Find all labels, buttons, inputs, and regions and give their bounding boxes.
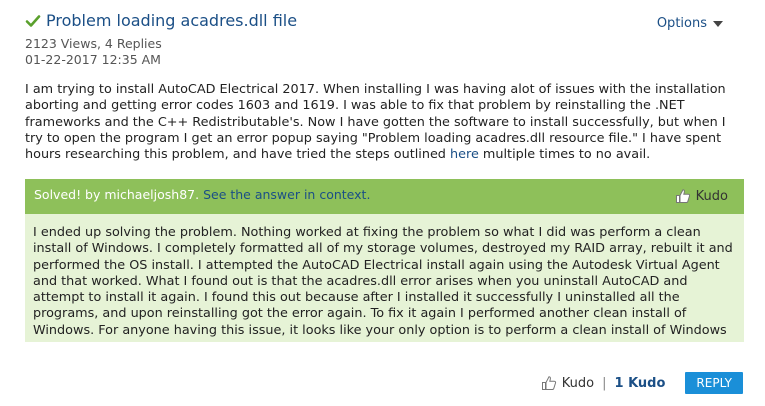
- see-answer-link[interactable]: See the answer in context.: [203, 187, 370, 202]
- post-title-row: Problem loading acadres.dll file: [25, 11, 297, 30]
- post-body-text-2: multiple times to no avail.: [478, 147, 651, 163]
- post-title[interactable]: Problem loading acadres.dll file: [46, 11, 297, 30]
- reply-button[interactable]: REPLY: [685, 372, 743, 394]
- thumbs-up-icon: [541, 376, 556, 390]
- answer-text: I ended up solving the problem. Nothing …: [33, 225, 733, 338]
- chevron-down-icon: [713, 20, 723, 27]
- options-label: Options: [656, 16, 707, 31]
- options-menu[interactable]: Options: [657, 16, 723, 31]
- check-icon: [25, 14, 41, 27]
- solution-kudo-button[interactable]: Kudo: [675, 188, 728, 204]
- footer-separator: |: [602, 375, 607, 391]
- solved-by-label: Solved! by michaeljosh87.: [34, 187, 200, 202]
- solved-banner: Solved! by michaeljosh87. See the answer…: [25, 179, 744, 214]
- solved-text: Solved! by michaeljosh87. See the answer…: [34, 187, 370, 202]
- post-date: 01-22-2017 12:35 AM: [25, 52, 161, 67]
- post-footer: Kudo | 1 Kudo REPLY: [541, 372, 743, 394]
- kudo-count-link[interactable]: 1 Kudo: [615, 376, 666, 391]
- here-link[interactable]: here: [450, 147, 479, 162]
- accepted-answer: I ended up solving the problem. Nothing …: [25, 214, 744, 342]
- footer-kudo-label: Kudo: [561, 375, 595, 391]
- footer-kudo-button[interactable]: Kudo: [541, 375, 594, 391]
- thumbs-up-icon: [675, 189, 690, 203]
- post-views: 2123 Views, 4 Replies: [25, 36, 162, 51]
- solution-kudo-label: Kudo: [695, 188, 728, 204]
- post-body: I am trying to install AutoCAD Electrica…: [25, 82, 747, 163]
